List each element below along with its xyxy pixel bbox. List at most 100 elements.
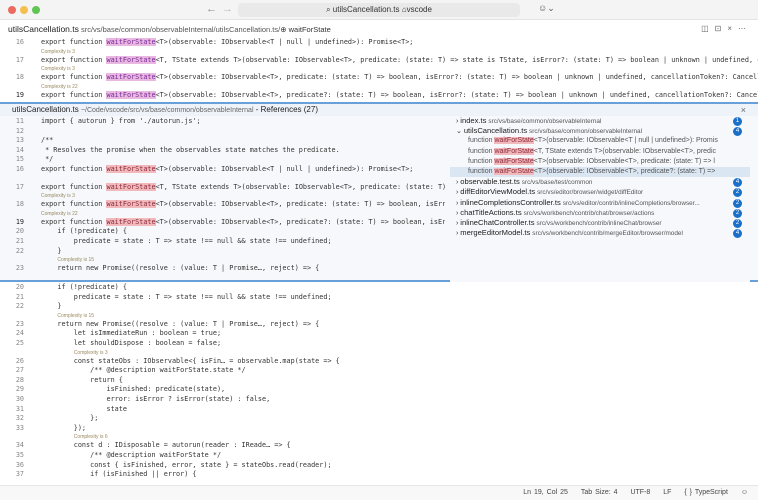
reference-match[interactable]: function waitForState<T>(observable: IOb… (450, 167, 750, 177)
line-text: return new Promise((resolve : (value: T … (24, 264, 319, 274)
peek-file: utilsCancellation.ts (12, 105, 79, 114)
reference-file[interactable]: › inlineChatController.ts src/vs/workben… (450, 218, 750, 228)
code-line[interactable]: 22 } (0, 302, 758, 312)
code-line[interactable]: 22 } (0, 247, 445, 257)
reference-file[interactable]: › observable.test.ts src/vs/base/test/co… (450, 177, 750, 187)
code-line[interactable]: 21 predicate = state : T => state !== nu… (0, 293, 758, 303)
line-number: 19 (0, 91, 24, 101)
code-line[interactable]: 23 return new Promise((resolve : (value:… (0, 264, 445, 274)
reference-file-path: src/vs/base/common/observableInternal (488, 118, 601, 125)
code-line[interactable]: 13/** (0, 136, 445, 146)
cursor-position[interactable]: Ln 19, Col 25 (523, 489, 568, 496)
code-line[interactable]: 31 state (0, 405, 758, 415)
language-mode[interactable]: { } TypeScript (684, 489, 728, 496)
code-line[interactable]: 12 (0, 127, 445, 137)
code-text: state (41, 405, 127, 413)
codelens[interactable]: Complexity is 3 (0, 349, 758, 357)
editor-top[interactable]: 16export function waitForState<T>(observ… (0, 38, 758, 102)
code-line[interactable]: 30 error: isError ? isError(state) : fal… (0, 395, 758, 405)
code-line[interactable]: 14 * Resolves the promise when the obser… (0, 146, 445, 156)
code-line[interactable]: 27 /** @description waitForState.state *… (0, 366, 758, 376)
encoding[interactable]: UTF-8 (630, 489, 650, 496)
peek-editor[interactable]: 11import { autorun } from './autorun.js'… (0, 117, 445, 281)
code-line[interactable]: 15 */ (0, 155, 445, 165)
code-line[interactable]: 18export function waitForState<T>(observ… (0, 73, 758, 83)
code-line[interactable]: 25 let shouldDispose : boolean = false; (0, 339, 758, 349)
code-line[interactable]: 33 }); (0, 424, 758, 434)
code-line[interactable]: 21 predicate = state : T => state !== nu… (0, 237, 445, 247)
code-line[interactable]: 24 let isImmediateRun : boolean = true; (0, 329, 758, 339)
close-window-button[interactable] (8, 6, 16, 14)
maximize-window-button[interactable] (32, 6, 40, 14)
more-icon[interactable]: ⋯ (738, 24, 752, 33)
code-line[interactable]: 28 return { (0, 376, 758, 386)
reference-file[interactable]: › index.ts src/vs/base/common/observable… (450, 116, 750, 126)
code-line[interactable]: 20 if (!predicate) { (0, 283, 758, 293)
codelens[interactable]: Complexity is 15 (0, 312, 758, 320)
reference-match[interactable]: function waitForState<T, TState extends … (450, 147, 750, 157)
codelens[interactable]: Complexity is 6 (0, 433, 758, 441)
line-text: error: isError ? isError(state) : false, (24, 395, 270, 405)
code-line[interactable]: 16export function waitForState<T>(observ… (0, 38, 758, 48)
codelens[interactable]: Complexity is 15 (0, 256, 445, 264)
codelens-text: Complexity is 3 (41, 49, 75, 55)
line-text: return { (24, 376, 123, 386)
tab-size[interactable]: Tab Size: 4 (581, 489, 618, 496)
code-line[interactable]: 32 }; (0, 414, 758, 424)
minimize-window-button[interactable] (20, 6, 28, 14)
split-editor-icon[interactable]: ◫ (701, 24, 715, 33)
code-line[interactable]: 34 const d : IDisposable = autorun(reade… (0, 441, 758, 451)
codelens[interactable]: Complexity is 22 (0, 83, 758, 91)
breadcrumb-file[interactable]: utilsCancellation.ts (8, 24, 79, 34)
close-peek-icon[interactable]: × (741, 104, 746, 116)
codelens[interactable]: Complexity is 3 (0, 192, 445, 200)
peek-path: ~/Code/vscode/src/vs/base/common/observa… (81, 107, 254, 114)
code-line[interactable]: 17export function waitForState<T, TState… (0, 183, 445, 193)
code-line[interactable]: 19export function waitForState<T>(observ… (0, 218, 445, 228)
code-line[interactable]: 17export function waitForState<T, TState… (0, 56, 758, 66)
code-line[interactable]: 37 if (isFinished || error) { (0, 470, 758, 480)
breadcrumb-symbol[interactable]: waitForState (289, 25, 331, 34)
reference-file[interactable]: › inlineCompletionsController.ts src/vs/… (450, 198, 750, 208)
code-line[interactable]: 35 /** @description waitForState */ (0, 451, 758, 461)
copilot-icon[interactable]: ☺⌄ (538, 3, 555, 14)
command-center-search[interactable]: ⌕ utilsCancellation.ts ⌂vscode (238, 3, 520, 17)
code-line[interactable]: 18export function waitForState<T>(observ… (0, 200, 445, 210)
back-arrow-icon[interactable]: ← (206, 3, 217, 15)
code-line[interactable]: 11import { autorun } from './autorun.js'… (0, 117, 445, 127)
forward-arrow-icon[interactable]: → (222, 3, 233, 15)
reference-file[interactable]: ⌄ utilsCancellation.ts src/vs/base/commo… (450, 126, 750, 136)
editor-bottom[interactable]: 20 if (!predicate) {21 predicate = state… (0, 283, 758, 485)
codelens[interactable]: Complexity is 3 (0, 48, 758, 56)
line-number: 24 (0, 329, 24, 339)
reference-match[interactable]: function waitForState<T>(observable: IOb… (450, 157, 750, 167)
breadcrumb-path[interactable]: src/vs/base/common/observableInternal/ut… (81, 25, 278, 34)
reference-match[interactable]: function waitForState<T>(observable: IOb… (450, 136, 750, 146)
code-line[interactable]: 16export function waitForState<T>(observ… (0, 165, 445, 175)
line-text (24, 127, 41, 137)
copilot-status-icon[interactable]: ☺ (741, 489, 748, 496)
chevron-icon[interactable]: ⌄ (456, 128, 464, 135)
code-text: /** @description waitForState.state */ (41, 366, 246, 374)
code-text: predicate = state : T => state !== null … (41, 237, 332, 245)
lock-icon[interactable]: ⊡ (715, 24, 728, 33)
code-line[interactable]: 20 if (!predicate) { (0, 227, 445, 237)
codelens[interactable]: Complexity is 22 (0, 210, 445, 218)
reference-file[interactable]: › chatTitleActions.ts src/vs/workbench/c… (450, 208, 750, 218)
code-line[interactable]: 26 const stateObs : IObservable<{ isFin…… (0, 357, 758, 367)
code-line[interactable]: 23 return new Promise((resolve : (value:… (0, 320, 758, 330)
eol[interactable]: LF (663, 489, 671, 496)
close-icon[interactable]: × (727, 24, 738, 33)
code-line[interactable]: 36 const { isFinished, error, state } = … (0, 461, 758, 471)
reference-file[interactable]: › mergeEditorModel.ts src/vs/workbench/c… (450, 228, 750, 238)
reference-file[interactable]: › diffEditorViewModel.ts src/vs/editor/b… (450, 187, 750, 197)
codelens[interactable]: Complexity is 3 (0, 65, 758, 73)
line-number: 17 (0, 183, 24, 193)
code-text: } (41, 302, 61, 310)
code-line[interactable]: 29 isFinished: predicate(state), (0, 385, 758, 395)
code-text: const d : IDisposable = autorun(reader :… (41, 441, 291, 449)
codelens-text: Complexity is 6 (74, 434, 108, 440)
code-text: export function (41, 183, 106, 191)
line-number: 33 (0, 424, 24, 434)
code-line[interactable]: 19export function waitForState<T>(observ… (0, 91, 758, 101)
